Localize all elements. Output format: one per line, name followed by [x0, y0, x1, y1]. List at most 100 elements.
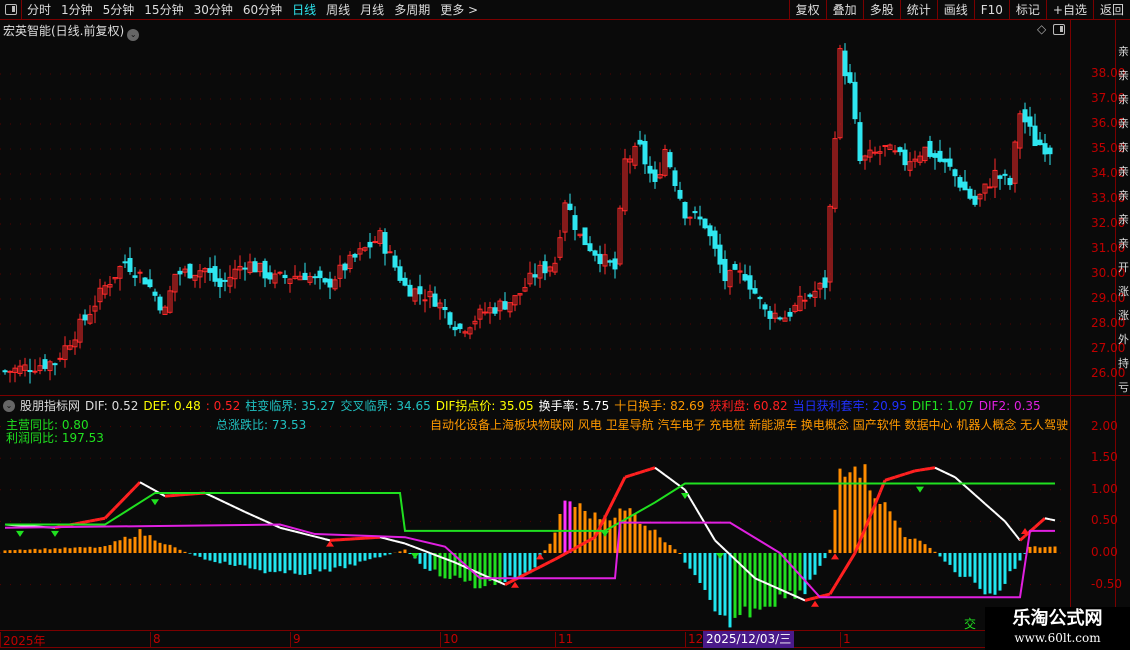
histogram-bar — [953, 553, 957, 573]
dif-line-segment — [809, 596, 816, 601]
dif-line-segment — [274, 524, 281, 529]
candle-down — [692, 211, 698, 214]
panel-divider — [0, 395, 1130, 396]
histogram-bar — [678, 553, 682, 554]
candle-down — [177, 270, 183, 275]
histogram-bar — [1018, 553, 1022, 561]
dif-line-segment — [664, 474, 671, 480]
candle-up — [892, 150, 898, 153]
buy-arrow-icon — [536, 553, 544, 560]
histogram-bar — [468, 553, 472, 581]
candle-down — [382, 232, 388, 254]
histogram-bar — [898, 527, 902, 553]
dif-line-segment — [634, 470, 641, 476]
candle-down — [132, 275, 138, 278]
histogram-bar — [888, 511, 892, 553]
candle-down — [597, 253, 603, 265]
histogram-bar — [353, 553, 357, 566]
dif-line-segment — [838, 568, 847, 579]
dif-line-segment — [139, 481, 146, 486]
histogram-bar — [103, 546, 107, 553]
dif-line-segment — [103, 512, 112, 520]
histogram-bar — [383, 553, 387, 556]
dif1-line — [5, 482, 1055, 532]
candle-up — [482, 311, 488, 314]
dif-line-segment — [394, 540, 401, 544]
dif-line-segment — [1004, 520, 1011, 529]
dif-line-segment — [828, 585, 837, 595]
dif-line-segment — [719, 544, 726, 551]
dif-line-segment — [894, 474, 901, 479]
histogram-bar — [318, 553, 322, 572]
buy-arrow-icon — [831, 553, 839, 560]
histogram-bar — [993, 553, 997, 595]
dif-line-segment — [539, 563, 546, 569]
dif-line-segment — [89, 518, 96, 523]
dif-line-segment — [964, 485, 971, 492]
candle-down — [367, 241, 373, 248]
dif-line-segment — [843, 560, 852, 571]
histogram-bar — [148, 535, 152, 553]
histogram-bar — [1043, 547, 1047, 553]
histogram-bar — [138, 529, 142, 553]
histogram-bar — [163, 544, 167, 553]
dif-line-segment — [234, 506, 241, 511]
dif-line-segment — [249, 513, 256, 518]
candle-down — [157, 296, 163, 311]
candle-down — [842, 50, 848, 77]
histogram-bar — [408, 553, 412, 555]
dif-line-segment — [709, 531, 716, 541]
histogram-bar — [558, 513, 562, 553]
histogram-bar — [838, 468, 842, 553]
histogram-bar — [53, 548, 57, 553]
candle-down — [807, 294, 813, 297]
histogram-bar — [998, 553, 1002, 591]
candle-down — [222, 279, 228, 282]
histogram-bar — [1008, 553, 1012, 572]
candle-down — [757, 296, 763, 300]
histogram-bar — [378, 553, 382, 558]
date-tick: 11 — [555, 632, 573, 648]
dif-line-segment — [979, 498, 986, 505]
candle-down — [342, 263, 348, 271]
dif-line-segment — [889, 475, 896, 481]
histogram-bar — [623, 510, 627, 553]
chart-canvas[interactable] — [0, 0, 1130, 650]
dif-line-segment — [264, 520, 271, 525]
histogram-bar — [933, 551, 937, 553]
histogram-bar — [338, 553, 342, 567]
histogram-bar — [513, 553, 517, 580]
histogram-bar — [703, 553, 707, 590]
histogram-bar — [788, 553, 792, 591]
candle-up — [372, 241, 378, 244]
histogram-bar — [698, 553, 702, 583]
candle-up — [7, 370, 13, 373]
indicator-value: DIF拐点价: 35.05 — [435, 399, 534, 413]
candle-down — [152, 291, 158, 296]
candle-down — [997, 175, 1003, 179]
histogram-bar — [843, 476, 847, 553]
dif-line-segment — [934, 466, 941, 471]
dif-line-segment — [608, 496, 617, 508]
histogram-bar — [8, 550, 12, 553]
date-axis[interactable]: 2025/12/03/三 2025年 8 9 10 11 12 1 — [0, 630, 1130, 648]
histogram-bar — [768, 553, 772, 607]
dif-line-segment — [314, 535, 321, 539]
candle-up — [57, 357, 63, 360]
candle-down — [587, 243, 593, 252]
histogram-bar — [88, 546, 92, 553]
dif-line-segment — [84, 519, 91, 524]
candle-down — [712, 230, 718, 249]
buy-arrow-icon — [511, 581, 519, 588]
histogram-bar — [398, 551, 402, 553]
indicator-header: ⌄ 股朋指标网 DIF: 0.52 DEF: 0.48: 0.52 柱变临界: 35.… — [0, 397, 1041, 414]
indicator-value: 十日换手: 82.69 — [614, 399, 705, 413]
candle-up — [277, 271, 283, 274]
dif-line-segment — [639, 469, 646, 474]
indicator-value: : 0.52 — [205, 398, 241, 413]
candle-up — [137, 271, 143, 274]
candle-down — [967, 188, 973, 199]
dif-line-segment — [304, 533, 311, 537]
histogram-bar — [978, 553, 982, 589]
indicator-menu-icon[interactable]: ⌄ — [3, 399, 15, 412]
